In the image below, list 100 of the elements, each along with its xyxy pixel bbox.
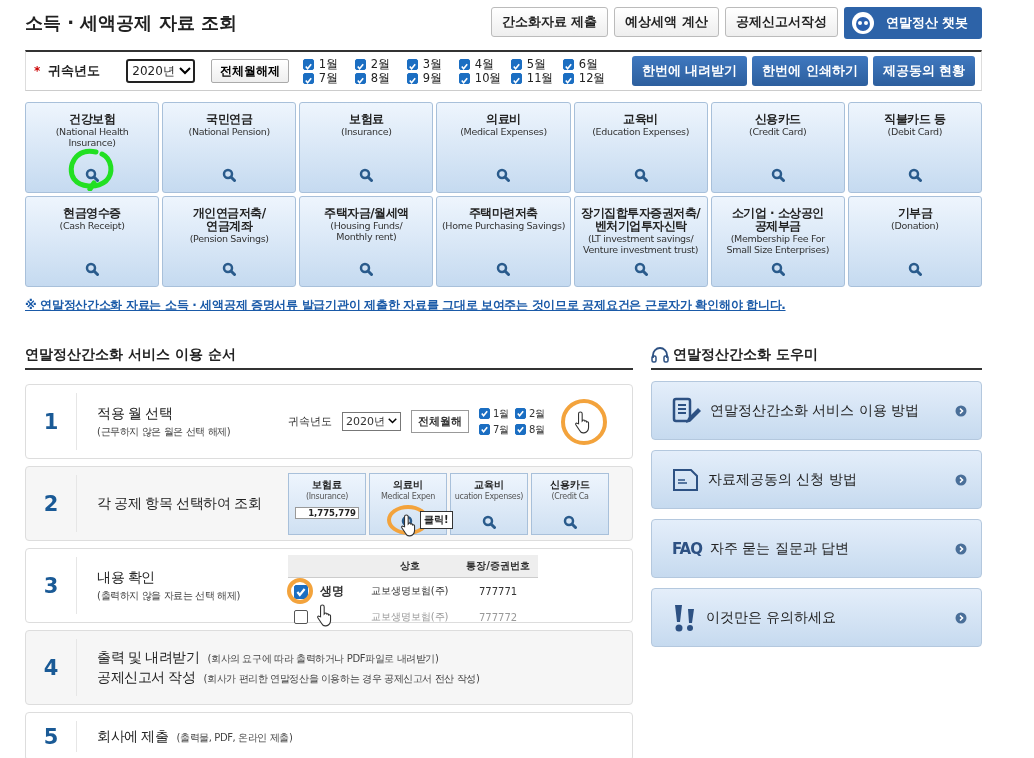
card-subtitle: (Credit Card) — [749, 126, 807, 137]
month-label: 8월 — [370, 70, 391, 86]
category-card[interactable]: 소기업 · 소상공인 공제부금 (Membership Fee For Small Size Enterprises) — [710, 196, 845, 287]
card-subtitle: (Home Purchasing Savings) — [441, 220, 566, 231]
card-subtitle: (Education Expenses) — [592, 126, 690, 137]
checkbox[interactable] — [515, 408, 526, 419]
checkbox[interactable] — [510, 72, 522, 84]
helper-link[interactable]: FAQ 자주 묻는 질문과 답변 — [651, 519, 982, 578]
table-cell-text: 교보생명보험(주) — [369, 610, 450, 624]
step-title: 내용 확인 — [97, 568, 155, 587]
clear-months-button[interactable]: 전체월해 — [411, 410, 469, 433]
notice-link[interactable]: ※ 연말정산간소화 자료는 소득 · 세액공제 증명서류 발급기관이 제출한 자료를 그대로 보여주는 것이므로 공제요건은 근로자가 확인해야 합니다. — [25, 297, 982, 314]
category-card[interactable]: 기부금 (Donation) — [847, 196, 982, 287]
checkbox[interactable] — [302, 58, 314, 70]
month-label: 7월 — [493, 422, 510, 437]
headset-icon — [651, 347, 669, 363]
column-header: 상호 — [361, 555, 459, 578]
search-icon — [496, 168, 511, 182]
checkbox[interactable] — [562, 58, 574, 70]
month-label: 11월 — [526, 70, 554, 86]
action-button[interactable]: 한번에 내려받기 — [631, 56, 748, 86]
card-subtitle: (Credit Ca — [551, 491, 589, 501]
category-card[interactable]: 국민연금 (National Pension) — [162, 102, 297, 193]
category-card[interactable]: 교육비 (Education Expenses) — [573, 102, 708, 193]
step-note: (회사가 편리한 연말정산을 이용하는 경우 공제신고서 전산 작성) — [203, 671, 480, 686]
checkbox[interactable] — [302, 72, 314, 84]
card-subtitle: (LT investment savings/ Venture investment trust) — [583, 233, 699, 255]
month-label: 2월 — [529, 406, 546, 421]
checkbox[interactable] — [458, 58, 470, 70]
card-title: 건강보험 — [69, 113, 116, 126]
search-icon — [563, 514, 577, 529]
card-subtitle: (Housing Funds/ Monthly rent) — [330, 220, 403, 242]
step-title: 회사에 제출 — [97, 727, 169, 746]
checkbox[interactable] — [406, 72, 418, 84]
checkbox[interactable] — [406, 58, 418, 70]
checkbox[interactable] — [479, 424, 490, 435]
card-title: 신용카드 — [754, 113, 801, 126]
step-title: 출력 및 내려받기 — [97, 648, 200, 667]
card-title: 소기업 · 소상공인 공제부금 — [731, 207, 824, 233]
step-number: 5 — [26, 721, 77, 752]
category-card[interactable]: 의료비 (Medical Expenses) — [436, 102, 571, 193]
checkbox[interactable] — [515, 424, 526, 435]
search-icon — [633, 262, 648, 276]
category-card[interactable]: 신용카드 (Credit Card) — [710, 102, 845, 193]
highlight-ring — [287, 578, 313, 604]
month-label: 12월 — [578, 70, 606, 86]
section-title: 연말정산간소화 도우미 — [673, 346, 818, 364]
category-card[interactable]: 주택마련저축 (Home Purchasing Savings) — [436, 196, 571, 287]
card-title: 보험료 — [349, 113, 384, 126]
checkbox[interactable] — [354, 58, 366, 70]
clear-months-button[interactable]: 전체월해제 — [210, 59, 289, 83]
helper-link[interactable]: 이것만은 유의하세요 — [651, 588, 982, 647]
category-card[interactable]: 주택자금/월세액 (Housing Funds/ Monthly rent) — [299, 196, 434, 287]
faq-icon: FAQ — [672, 539, 702, 558]
search-icon — [633, 168, 648, 182]
category-card[interactable]: 현금영수증 (Cash Receipt) — [25, 196, 160, 287]
category-card[interactable]: 장기집합투자증권저축/ 벤처기업투자신탁 (LT investment savings/ Venture investment trust) — [573, 196, 708, 287]
card-title: 교육비 — [623, 113, 658, 126]
card-subtitle: (Debit Card) — [887, 126, 943, 137]
card-subtitle: (National Pension) — [188, 126, 270, 137]
month-label: 5월 — [526, 56, 547, 72]
year-select[interactable]: 2020년 — [126, 59, 195, 83]
header-button[interactable]: 공제신고서작성 — [724, 7, 838, 37]
month-label: 6월 — [578, 56, 599, 72]
checkbox[interactable] — [510, 58, 522, 70]
magnified-text: 생명 — [320, 583, 344, 598]
month-label: 9월 — [422, 70, 443, 86]
column-header: 통장/증권번호 — [458, 555, 538, 578]
checkbox[interactable] — [562, 72, 574, 84]
card-title: 주택자금/월세액 — [324, 207, 409, 220]
step-note: (출력하지 않을 자료는 선택 해제) — [97, 588, 240, 603]
checkbox[interactable] — [354, 72, 366, 84]
card-subtitle: (National Health Insurance) — [55, 126, 129, 148]
arrow-circle-icon — [955, 542, 967, 555]
checkbox[interactable] — [294, 584, 308, 599]
action-button[interactable]: 제공동의 현황 — [872, 56, 975, 86]
table-cell-text: 777772 — [477, 610, 519, 625]
year-select[interactable]: 2020년 — [342, 412, 401, 431]
checkbox[interactable] — [458, 72, 470, 84]
amount-field: 1,775,779 — [295, 506, 359, 519]
card-title: 교육비 — [474, 477, 504, 492]
category-card[interactable]: 직불카드 등 (Debit Card) — [847, 102, 982, 193]
search-icon — [222, 262, 237, 276]
checkbox[interactable] — [479, 408, 490, 419]
action-button[interactable]: 한번에 인쇄하기 — [752, 56, 868, 86]
header-button[interactable]: 예상세액 계산 — [614, 7, 719, 37]
section-title: 연말정산간소화 서비스 이용 순서 — [25, 342, 633, 370]
checkbox[interactable] — [294, 610, 308, 624]
category-card[interactable]: 건강보험 (National Health Insurance) — [25, 102, 160, 193]
click-tooltip: 클릭! — [420, 511, 453, 529]
category-card[interactable]: 개인연금저축/ 연금계좌 (Pension Savings) — [162, 196, 297, 287]
category-card[interactable]: 보험료 (Insurance) — [299, 102, 434, 193]
page-title: 소득 · 세액공제 자료 조회 — [25, 11, 237, 35]
card-title: 주택마련저축 — [469, 207, 538, 220]
step-note: (회사의 요구에 따라 출력하거나 PDF파일로 내려받기) — [207, 651, 439, 666]
helper-link[interactable]: 연말정산간소화 서비스 이용 방법 — [651, 381, 982, 440]
search-icon — [85, 168, 100, 182]
chatbot-button[interactable]: 연말정산 챗봇 — [843, 7, 982, 39]
helper-link[interactable]: 자료제공동의 신청 방법 — [651, 450, 982, 509]
header-button[interactable]: 간소화자료 제출 — [490, 7, 609, 37]
